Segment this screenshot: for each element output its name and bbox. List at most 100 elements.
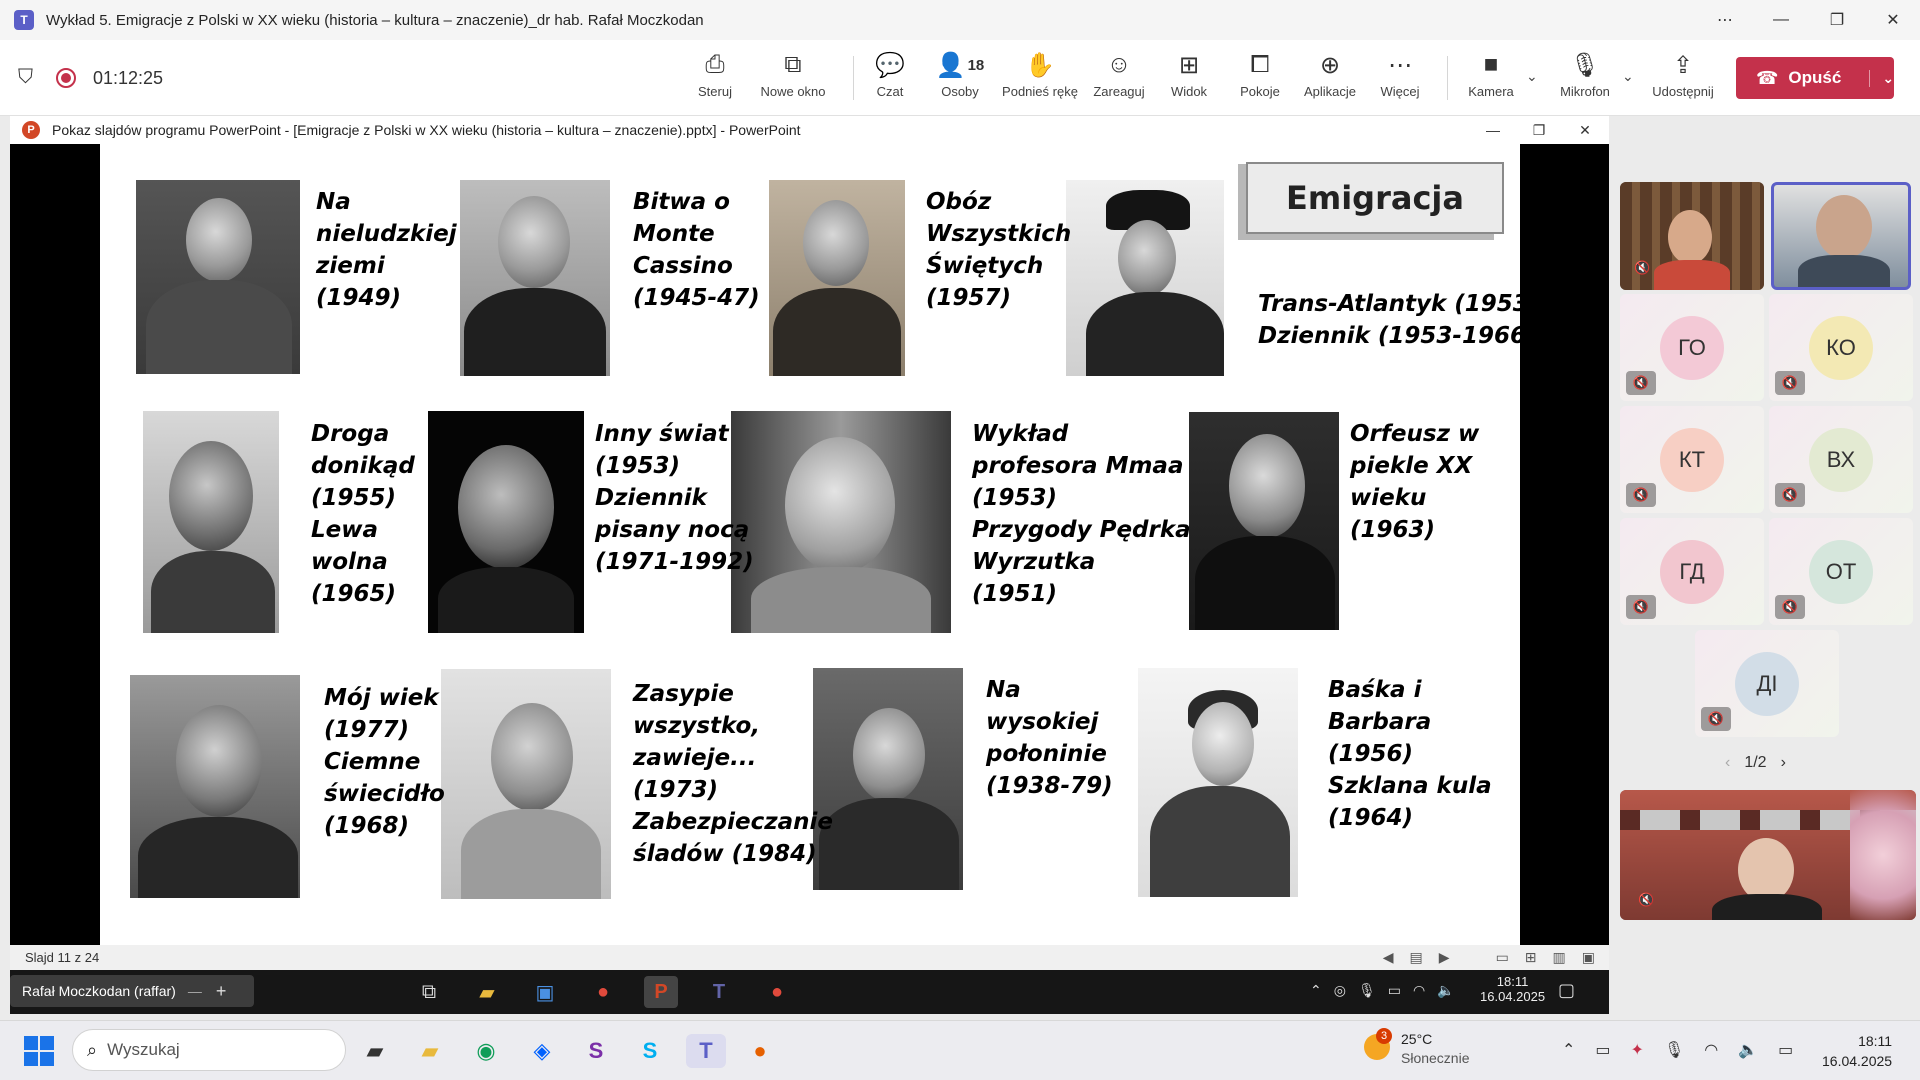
people-button[interactable]: 👤 18 Osoby (935, 50, 985, 110)
restore-button[interactable]: ❐ (1814, 0, 1860, 40)
volume-icon[interactable]: 🔈 (1738, 1040, 1758, 1060)
participant-tile[interactable]: ДІ 🔇 (1695, 630, 1839, 737)
book-caption: Orfeusz w piekle XX wieku (1963) (1350, 421, 1480, 543)
mic-options-chevron-icon[interactable]: ⌄ (1622, 68, 1634, 85)
system-clock[interactable]: 18:11 16.04.2025 (1822, 1031, 1892, 1071)
participant-tile[interactable]: ГО 🔇 (1620, 294, 1764, 401)
slide: Emigracja Na nieludzkiej ziemi (1949) Bi… (100, 144, 1520, 945)
rooms-icon: ⧠ (1250, 51, 1270, 78)
author-photo (130, 675, 300, 898)
participant-tile[interactable]: ОТ 🔇 (1769, 518, 1913, 625)
self-video[interactable]: 🔇 (1620, 790, 1916, 920)
new-window-button[interactable]: ⧉ Nowe okno (756, 50, 830, 110)
chevron-up-icon[interactable]: ⌃ (1562, 1040, 1575, 1060)
taskbar-search[interactable]: ⌕ Wyszukaj (72, 1029, 346, 1071)
mic-icon[interactable]: 🎙 (1358, 982, 1376, 999)
raise-hand-button[interactable]: ✋ Podnieś rękę (1000, 50, 1080, 110)
apps-button[interactable]: ⊕ Aplikacje (1300, 50, 1360, 110)
skype-icon[interactable]: S (630, 1034, 670, 1068)
participant-video[interactable]: 🔇 (1620, 182, 1764, 290)
rooms-button[interactable]: ⧠ Pokoje (1236, 50, 1284, 110)
chrome-icon[interactable]: ● (586, 976, 620, 1008)
slideshow-view-icon[interactable]: ▣ (1582, 949, 1595, 966)
task-view-icon[interactable]: ▰ (355, 1034, 395, 1068)
participant-tile[interactable]: ВХ 🔇 (1769, 406, 1913, 513)
normal-view-icon[interactable]: ▭ (1496, 949, 1509, 966)
more-options-icon[interactable]: ⋯ (1702, 0, 1748, 40)
reading-view-icon[interactable]: ▥ (1553, 949, 1566, 966)
shield-icon[interactable]: ⛉ (18, 66, 33, 89)
wifi-icon[interactable]: ◠ (1704, 1040, 1718, 1060)
search-icon: ⌕ (87, 1039, 98, 1060)
view-button[interactable]: ⊞ Widok (1165, 50, 1213, 110)
dropbox-icon[interactable]: ◈ (522, 1034, 562, 1068)
ppt-minimize-button[interactable]: — (1470, 116, 1516, 144)
chat-button[interactable]: 💬 Czat (870, 50, 910, 110)
save-icon[interactable]: ▣ (528, 976, 562, 1008)
firefox-icon[interactable]: ● (740, 1034, 780, 1068)
participant-tile[interactable]: КО 🔇 (1769, 294, 1913, 401)
previous-slide-icon[interactable]: ◀ (1383, 949, 1394, 966)
onenote-icon[interactable]: S (576, 1034, 616, 1068)
chevron-up-icon[interactable]: ⌃ (1310, 982, 1322, 999)
microphone-button[interactable]: 🎙 Mikrofon (1554, 50, 1616, 110)
participant-video-active[interactable] (1771, 182, 1911, 290)
leave-options-chevron-icon[interactable]: ⌄ (1869, 69, 1894, 87)
participant-tile[interactable]: КТ 🔇 (1620, 406, 1764, 513)
notifications-icon[interactable]: ▢ (1558, 980, 1575, 1001)
chevron-left-icon[interactable]: ‹ (1725, 754, 1730, 772)
add-icon[interactable]: + (216, 981, 227, 1002)
control-button[interactable]: ⎙ Steruj (695, 50, 735, 110)
chrome-icon[interactable]: ● (760, 976, 794, 1008)
close-button[interactable]: ✕ (1870, 0, 1916, 40)
author-photo (428, 411, 584, 633)
weather-badge: 3 (1376, 1028, 1392, 1044)
more-button[interactable]: ⋯ Więcej (1374, 50, 1426, 110)
author-photo (1066, 180, 1224, 376)
leave-button[interactable]: ☎ Opuść ⌄ (1736, 57, 1894, 99)
react-button[interactable]: ☺ Zareaguj (1089, 50, 1149, 110)
participant-tile[interactable]: ГД 🔇 (1620, 518, 1764, 625)
teams-taskbar-icon[interactable]: T (686, 1034, 726, 1068)
next-slide-icon[interactable]: ▶ (1439, 949, 1450, 966)
app-tray-icon[interactable]: ✦ (1631, 1040, 1644, 1060)
more-icon: ⋯ (1388, 51, 1412, 79)
camera-options-chevron-icon[interactable]: ⌄ (1526, 68, 1538, 85)
chevron-right-icon[interactable]: › (1781, 754, 1786, 772)
book-caption: Mój wiek (1977) Ciemne świecidło (1968) (324, 685, 445, 839)
mic-off-icon: 🔇 (1775, 371, 1805, 395)
mic-off-icon: 🔇 (1626, 595, 1656, 619)
system-tray: ⌃ ▭ ✦ 🎙 ◠ 🔈 ▭ (1562, 1040, 1793, 1060)
network-icon[interactable]: ◎ (1334, 982, 1346, 999)
author-photo (1189, 412, 1339, 630)
author-photo (143, 411, 279, 633)
battery-icon[interactable]: ▭ (1778, 1040, 1793, 1060)
volume-icon[interactable]: 🔈 (1437, 982, 1454, 999)
author-photo (731, 411, 951, 633)
ppt-close-button[interactable]: ✕ (1562, 116, 1608, 144)
wifi-icon[interactable]: ◠ (1413, 982, 1425, 999)
people-icon: 👤 18 (935, 51, 985, 79)
ppt-window-title: Pokaz slajdów programu PowerPoint - [Emi… (52, 122, 801, 138)
ppt-status-bar: Slajd 11 z 24 ◀ ▤ ▶ ▭ ⊞ ▥ ▣ (10, 945, 1609, 970)
slide-sorter-icon[interactable]: ⊞ (1525, 949, 1537, 966)
camera-button[interactable]: ■ Kamera (1464, 50, 1518, 110)
mic-off-icon[interactable]: 🎙 (1664, 1040, 1684, 1060)
start-icon[interactable] (24, 1036, 54, 1066)
slide-menu-icon[interactable]: ▤ (1410, 949, 1423, 966)
file-explorer-icon[interactable]: ▰ (470, 976, 504, 1008)
minimize-share-icon[interactable]: — (188, 983, 202, 999)
network-icon[interactable]: ▭ (1595, 1040, 1610, 1060)
file-explorer-icon[interactable]: ▰ (410, 1034, 450, 1068)
book-caption: Droga donikąd (1955) Lewa wolna (1965) (311, 421, 415, 607)
share-button[interactable]: ⇪ Udostępnij (1648, 50, 1718, 110)
battery-icon[interactable]: ▭ (1388, 982, 1401, 999)
teams-taskbar-icon[interactable]: T (702, 976, 736, 1008)
powerpoint-icon: P (22, 121, 40, 139)
task-view-icon[interactable]: ⧉ (412, 976, 446, 1008)
ppt-restore-button[interactable]: ❐ (1516, 116, 1562, 144)
edge-icon[interactable]: ◉ (466, 1034, 506, 1068)
powerpoint-taskbar-icon[interactable]: P (644, 976, 678, 1008)
weather-widget[interactable]: 25°C Słonecznie (1401, 1030, 1470, 1068)
minimize-button[interactable]: — (1758, 0, 1804, 40)
